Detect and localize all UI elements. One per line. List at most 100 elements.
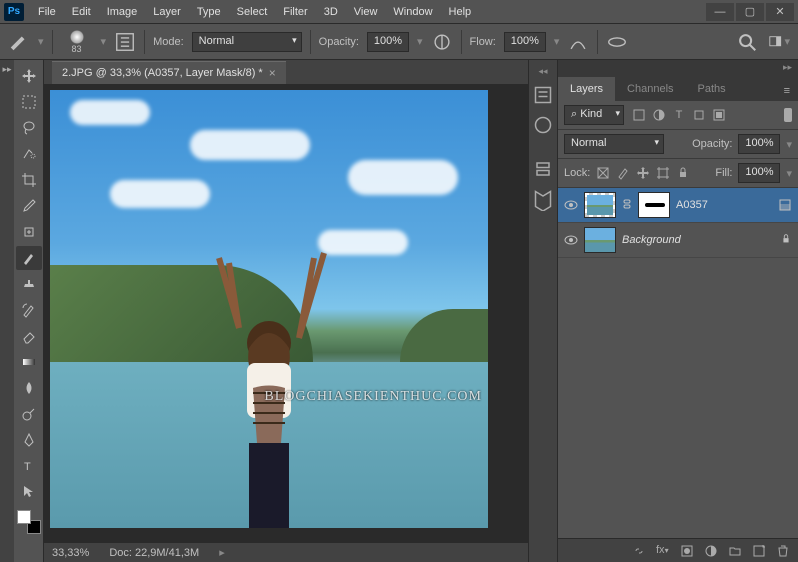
libraries-panel-icon[interactable] — [531, 187, 555, 211]
layer-name[interactable]: Background — [622, 234, 774, 246]
mask-link-icon[interactable] — [622, 197, 632, 214]
tab-paths[interactable]: Paths — [686, 77, 738, 101]
menu-layer[interactable]: Layer — [145, 2, 189, 22]
menu-select[interactable]: Select — [229, 2, 276, 22]
layer-properties-icon[interactable] — [778, 198, 792, 212]
zoom-level[interactable]: 33,33% — [52, 547, 89, 559]
layer-opacity-field[interactable]: 100% — [738, 134, 780, 154]
visibility-toggle-icon[interactable] — [564, 233, 578, 247]
menu-filter[interactable]: Filter — [275, 2, 315, 22]
lasso-tool[interactable] — [16, 116, 42, 140]
tab-layers[interactable]: Layers — [558, 77, 615, 101]
menu-view[interactable]: View — [346, 2, 386, 22]
brush-panel-toggle-icon[interactable] — [114, 31, 136, 53]
add-mask-icon[interactable] — [680, 544, 694, 558]
history-brush-tool[interactable] — [16, 298, 42, 322]
lock-pixels-icon[interactable] — [616, 166, 630, 180]
window-maximize-button[interactable]: ▢ — [736, 3, 764, 21]
crop-tool[interactable] — [16, 168, 42, 192]
menu-3d[interactable]: 3D — [316, 2, 346, 22]
type-tool[interactable]: T — [16, 454, 42, 478]
new-layer-icon[interactable] — [752, 544, 766, 558]
lock-artboard-icon[interactable] — [656, 166, 670, 180]
filter-pixel-icon[interactable] — [632, 108, 646, 122]
healing-brush-tool[interactable] — [16, 220, 42, 244]
pen-tool[interactable] — [16, 428, 42, 452]
menu-window[interactable]: Window — [385, 2, 440, 22]
eraser-tool[interactable] — [16, 324, 42, 348]
pressure-size-icon[interactable] — [606, 31, 628, 53]
clone-stamp-tool[interactable] — [16, 272, 42, 296]
flow-field[interactable]: 100% — [504, 32, 546, 52]
search-icon: ⌕ — [571, 108, 577, 120]
menu-file[interactable]: File — [30, 2, 64, 22]
options-bar: ▾ 83 ▾ Mode: Normal Opacity: 100% ▾ Flow… — [0, 24, 798, 60]
menu-type[interactable]: Type — [189, 2, 229, 22]
adjustment-layer-icon[interactable] — [704, 544, 718, 558]
foreground-color-swatch[interactable] — [17, 510, 31, 524]
window-minimize-button[interactable]: — — [706, 3, 734, 21]
brush-tool[interactable] — [16, 246, 42, 270]
new-group-icon[interactable] — [728, 544, 742, 558]
layer-row[interactable]: Background — [558, 223, 798, 258]
lock-transparency-icon[interactable] — [596, 166, 610, 180]
layer-blend-mode-select[interactable]: Normal — [564, 134, 664, 154]
eyedropper-tool[interactable] — [16, 194, 42, 218]
mode-label: Mode: — [153, 36, 184, 48]
brush-preview[interactable]: 83 — [61, 28, 93, 56]
lock-position-icon[interactable] — [636, 166, 650, 180]
visibility-toggle-icon[interactable] — [564, 198, 578, 212]
fill-field[interactable]: 100% — [738, 163, 780, 183]
filter-type-icon[interactable]: T — [672, 108, 686, 122]
canvas[interactable]: BLOGCHIASEKIENTHUC.COM — [50, 90, 488, 528]
airbrush-icon[interactable] — [567, 31, 589, 53]
workspace-switcher-icon[interactable]: ▾ — [768, 31, 790, 53]
blur-tool[interactable] — [16, 376, 42, 400]
link-layers-icon[interactable] — [632, 544, 646, 558]
panel-menu-icon[interactable]: ≡ — [776, 81, 798, 101]
filter-smart-icon[interactable] — [712, 108, 726, 122]
mask-thumbnail[interactable] — [638, 192, 670, 218]
left-expand-column[interactable]: ▸▸ — [0, 60, 14, 562]
opacity-label: Opacity: — [319, 36, 359, 48]
watermark-text: BLOGCHIASEKIENTHUC.COM — [264, 389, 482, 405]
layer-style-icon[interactable]: fx▾ — [656, 544, 670, 558]
tab-channels[interactable]: Channels — [615, 77, 685, 101]
gradient-tool[interactable] — [16, 350, 42, 374]
move-tool[interactable] — [16, 64, 42, 88]
doc-info[interactable]: Doc: 22,9M/41,3M — [109, 547, 199, 559]
delete-layer-icon[interactable] — [776, 544, 790, 558]
dodge-tool[interactable] — [16, 402, 42, 426]
layer-filter-select[interactable]: ⌕ Kind — [564, 105, 624, 125]
properties-panel-icon[interactable] — [531, 157, 555, 181]
color-swatches[interactable] — [17, 510, 41, 534]
opacity-field[interactable]: 100% — [367, 32, 409, 52]
menu-help[interactable]: Help — [441, 2, 480, 22]
layer-row[interactable]: A0357 — [558, 188, 798, 223]
window-close-button[interactable]: ✕ — [766, 3, 794, 21]
tool-preset-icon[interactable] — [8, 31, 30, 53]
fill-label: Fill: — [715, 167, 732, 179]
menu-edit[interactable]: Edit — [64, 2, 99, 22]
quick-select-tool[interactable] — [16, 142, 42, 166]
search-icon[interactable] — [736, 31, 758, 53]
lock-all-icon[interactable] — [676, 166, 690, 180]
layer-thumbnail[interactable] — [584, 192, 616, 218]
history-panel-icon[interactable] — [531, 83, 555, 107]
layers-panel-footer: fx▾ — [558, 538, 798, 562]
document-tab[interactable]: 2.JPG @ 33,3% (A0357, Layer Mask/8) * × — [52, 61, 286, 84]
blend-mode-select[interactable]: Normal — [192, 32, 302, 52]
color-panel-icon[interactable] — [531, 113, 555, 137]
path-select-tool[interactable] — [16, 480, 42, 504]
app-logo: Ps — [4, 3, 24, 21]
layer-name[interactable]: A0357 — [676, 199, 772, 211]
pressure-opacity-icon[interactable] — [431, 31, 453, 53]
marquee-tool[interactable] — [16, 90, 42, 114]
close-icon[interactable]: × — [269, 66, 276, 80]
filter-shape-icon[interactable] — [692, 108, 706, 122]
menu-image[interactable]: Image — [99, 2, 146, 22]
document-tab-title: 2.JPG @ 33,3% (A0357, Layer Mask/8) * — [62, 67, 263, 79]
layer-thumbnail[interactable] — [584, 227, 616, 253]
filter-adjustment-icon[interactable] — [652, 108, 666, 122]
filter-toggle[interactable] — [784, 108, 792, 122]
